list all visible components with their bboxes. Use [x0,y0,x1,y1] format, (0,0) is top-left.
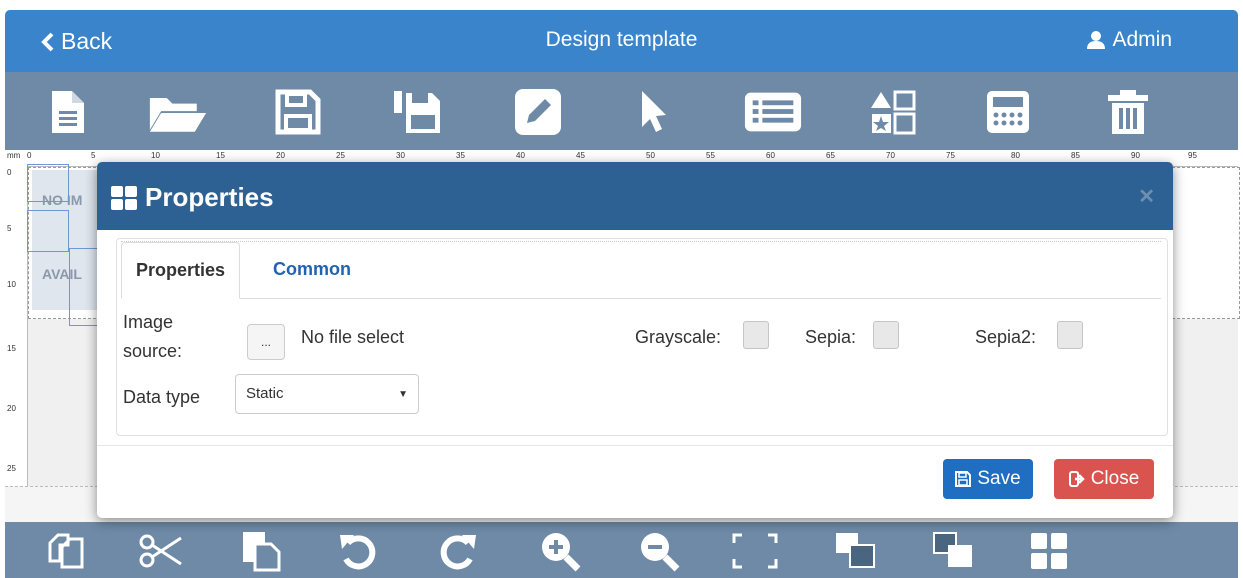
redo-icon[interactable] [433,529,483,573]
image-source-label: Image [123,312,174,332]
app-header: Back Design template Admin [5,10,1238,72]
ruler-tick: 15 [7,344,16,353]
file-status-text: No file select [301,327,405,347]
grid-icon[interactable] [1024,529,1074,573]
file-browse-button[interactable]: ... [247,324,285,360]
ruler-tick: 20 [7,404,16,413]
sign-out-icon [1068,471,1085,487]
user-label: Admin [1112,28,1172,51]
ruler-tick: 80 [1011,151,1020,160]
ruler-tick: 40 [516,151,525,160]
fit-icon[interactable] [730,529,780,573]
ruler-tick: 5 [7,224,12,233]
ruler-tick: 90 [1131,151,1140,160]
user-icon [1087,31,1106,49]
ruler-tick: 35 [456,151,465,160]
selection-handle[interactable] [27,164,69,202]
image-source-label: source: [123,341,183,361]
ruler-tick: 45 [576,151,585,160]
bring-front-icon[interactable] [831,529,881,573]
ruler-tick: 15 [216,151,225,160]
close-icon[interactable]: ✕ [1138,184,1155,209]
undo-icon[interactable] [333,529,383,573]
ruler-tick: 95 [1188,151,1197,160]
close-label: Close [1090,468,1140,489]
save-icon[interactable] [268,84,328,140]
tab-properties[interactable]: Properties [121,242,241,299]
selection-handle[interactable] [27,210,69,252]
data-type-label: Data type [123,387,201,407]
pointer-icon[interactable] [623,84,683,140]
ruler-tick: 50 [646,151,655,160]
vertical-ruler: 0 5 10 15 20 25 [5,166,28,486]
paste-icon[interactable] [236,529,286,573]
dialog-header: Properties ✕ [97,162,1173,230]
ruler-tick: 0 [27,151,32,160]
sepia-checkbox[interactable] [873,321,899,349]
ruler-tick: 25 [336,151,345,160]
ruler-tick: 20 [276,151,285,160]
grayscale-checkbox[interactable] [743,321,769,349]
new-file-icon[interactable] [38,84,98,140]
shapes-icon[interactable] [863,84,923,140]
user-menu[interactable]: Admin [1086,28,1172,52]
edit-icon[interactable] [508,84,568,140]
tab-common[interactable]: Common [273,242,351,297]
list-icon[interactable] [743,84,803,140]
sepia2-label: Sepia2: [975,327,1037,347]
calculator-icon[interactable] [978,84,1038,140]
ruler-tick: 60 [766,151,775,160]
zoom-in-icon[interactable] [535,529,585,573]
send-back-icon[interactable] [929,529,979,573]
properties-dialog: Properties ✕ Properties Common Image sou… [97,162,1173,518]
ruler-tick: 70 [886,151,895,160]
ruler-tick: 10 [7,280,16,289]
grayscale-label: Grayscale: [635,327,722,347]
dialog-title-text: Properties [145,182,274,212]
ruler-tick: 75 [946,151,955,160]
caret-down-icon: ▼ [398,389,408,400]
trash-icon[interactable] [1098,84,1158,140]
bottom-toolbar [5,522,1238,578]
ruler-tick: 85 [1071,151,1080,160]
save-label: Save [977,468,1021,489]
save-button[interactable]: Save [943,459,1033,499]
dialog-divider [97,445,1173,446]
ruler-tick: 25 [7,464,16,473]
sepia2-checkbox[interactable] [1057,321,1083,349]
ruler-tick: 5 [91,151,96,160]
close-button[interactable]: Close [1054,459,1154,499]
ruler-tick: 0 [7,168,12,177]
cut-icon[interactable] [136,529,186,573]
data-type-value: Static [246,385,284,402]
top-toolbar [5,72,1238,150]
data-type-select[interactable]: Static ▼ [235,374,419,414]
dialog-title: Properties [111,182,274,213]
ruler-tick: 65 [826,151,835,160]
ruler-unit: mm [7,151,21,160]
page-title: Design template [545,28,698,51]
zoom-out-icon[interactable] [634,529,684,573]
copy-icon[interactable] [41,529,91,573]
open-folder-icon[interactable] [148,84,208,140]
sepia-label: Sepia: [805,327,857,347]
grid-icon [111,185,137,210]
ruler-tick: 30 [396,151,405,160]
save-as-icon[interactable] [388,84,448,140]
tab-bar: Properties Common [121,241,1161,299]
save-icon [955,471,972,487]
ruler-tick: 10 [151,151,160,160]
ruler-tick: 55 [706,151,715,160]
